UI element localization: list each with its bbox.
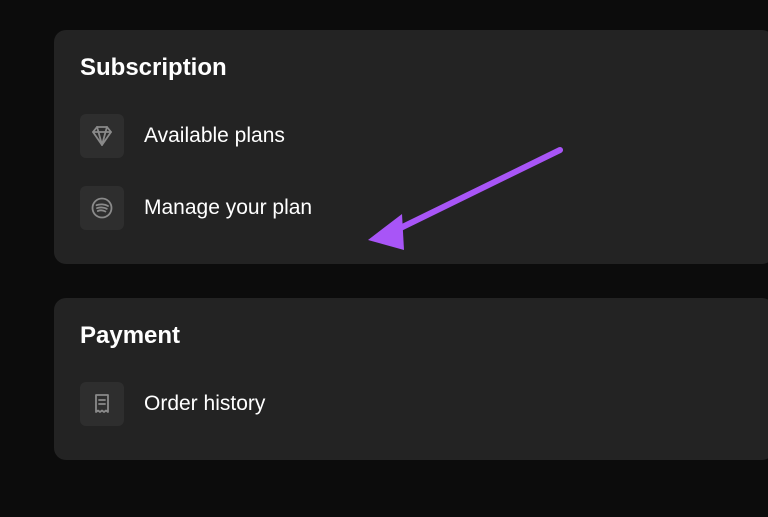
row-available-plans[interactable]: Available plans (80, 104, 748, 168)
spotify-icon (80, 186, 124, 230)
row-label: Order history (144, 392, 265, 416)
subscription-title: Subscription (80, 54, 748, 82)
subscription-card: Subscription Available plans (54, 30, 768, 264)
receipt-icon (80, 382, 124, 426)
row-manage-plan[interactable]: Manage your plan (80, 176, 748, 240)
payment-title: Payment (80, 322, 748, 350)
payment-card: Payment Order history (54, 298, 768, 460)
row-order-history[interactable]: Order history (80, 372, 748, 436)
diamond-icon (80, 114, 124, 158)
row-label: Manage your plan (144, 196, 312, 220)
row-label: Available plans (144, 124, 285, 148)
